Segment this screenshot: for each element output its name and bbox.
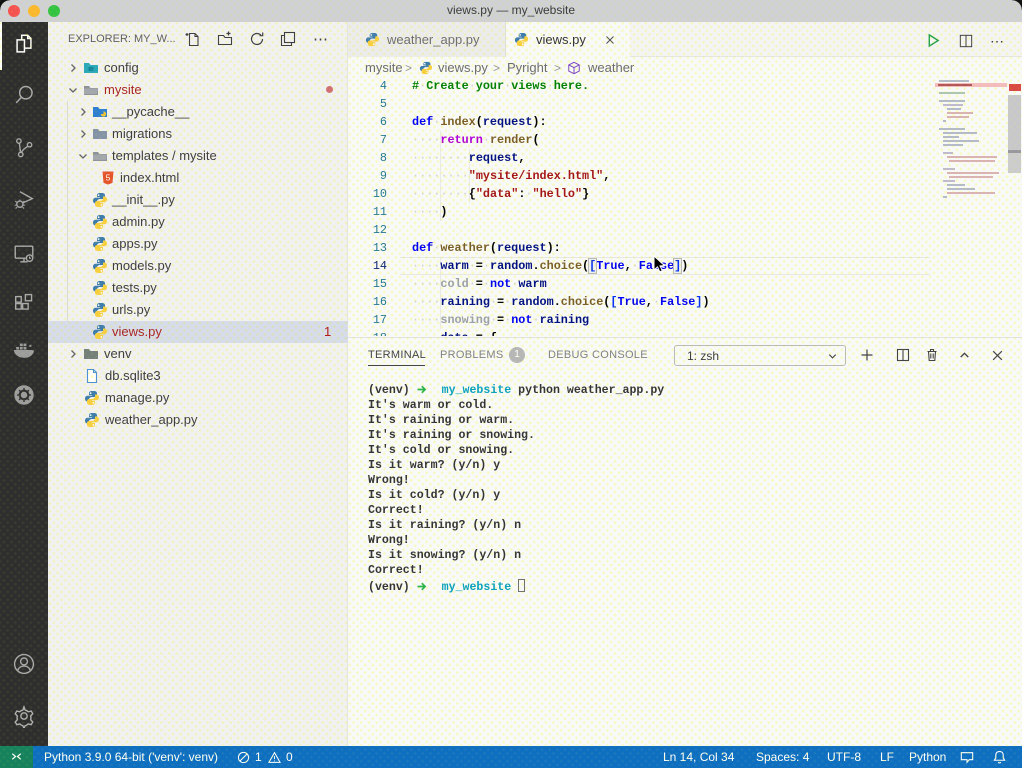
svg-text:5: 5 bbox=[106, 173, 111, 183]
